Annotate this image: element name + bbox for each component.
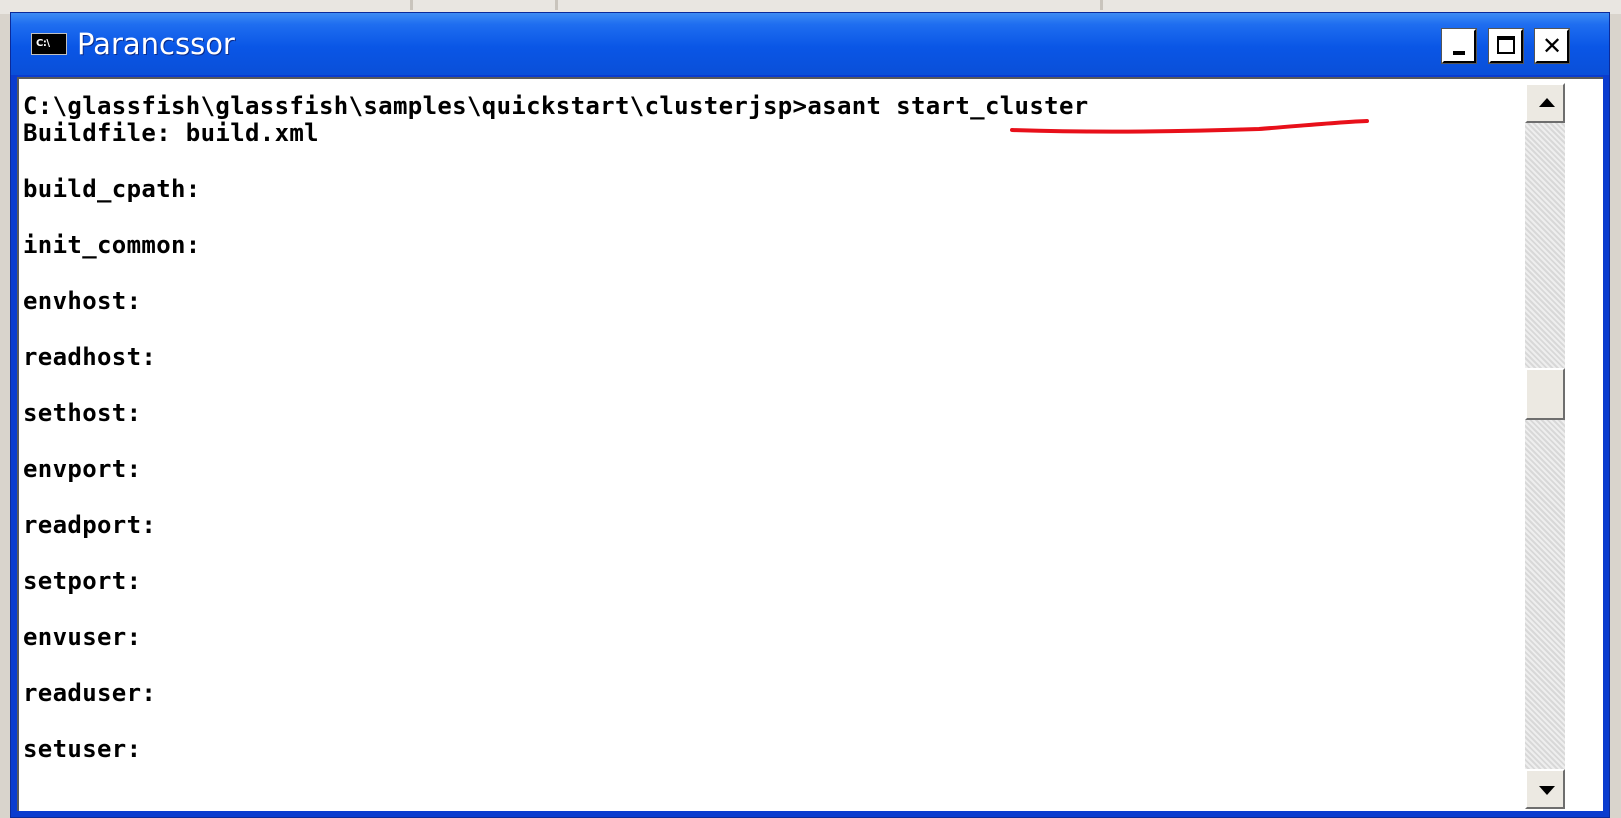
command-line: C:\glassfish\glassfish\samples\quickstar…: [23, 92, 1089, 120]
console-line: readhost:: [23, 343, 157, 371]
scroll-up-icon: [1539, 98, 1555, 107]
console-line: readuser:: [23, 679, 157, 707]
console-icon[interactable]: C:\: [31, 33, 67, 55]
console-line: readport:: [23, 511, 157, 539]
minimize-button[interactable]: [1441, 28, 1477, 64]
vertical-scrollbar[interactable]: [1525, 83, 1565, 809]
console-line: sethost:: [23, 399, 142, 427]
console-line: setuser:: [23, 735, 142, 763]
console-line: envuser:: [23, 623, 142, 651]
console-line: envhost:: [23, 287, 142, 315]
desktop-divider: [410, 0, 413, 10]
console-output-area[interactable]: C:\glassfish\glassfish\samples\quickstar…: [17, 77, 1603, 811]
console-line: build_cpath:: [23, 175, 201, 203]
underline-stroke: [1010, 119, 1369, 134]
close-icon: ✕: [1541, 32, 1563, 60]
scroll-down-button[interactable]: [1525, 769, 1565, 809]
console-icon-label: C:\: [36, 38, 50, 49]
scroll-down-icon: [1539, 786, 1555, 795]
maximize-button[interactable]: [1488, 28, 1524, 64]
minimize-icon: [1453, 51, 1465, 55]
desktop-divider: [555, 0, 558, 10]
desktop-divider: [1100, 0, 1103, 10]
console-line: init_common:: [23, 231, 201, 259]
console-window: C:\ Parancssor ✕ C:\glassfish\glassfish\…: [10, 12, 1610, 818]
maximize-icon: [1497, 36, 1515, 54]
scroll-up-button[interactable]: [1525, 83, 1565, 123]
close-button[interactable]: ✕: [1534, 28, 1570, 64]
title-bar[interactable]: C:\ Parancssor ✕: [11, 13, 1609, 75]
window-title: Parancssor: [77, 27, 235, 61]
scrollbar-thumb[interactable]: [1525, 368, 1565, 420]
console-line: envport:: [23, 455, 142, 483]
console-line: Buildfile: build.xml: [23, 119, 319, 147]
console-line: setport:: [23, 567, 142, 595]
